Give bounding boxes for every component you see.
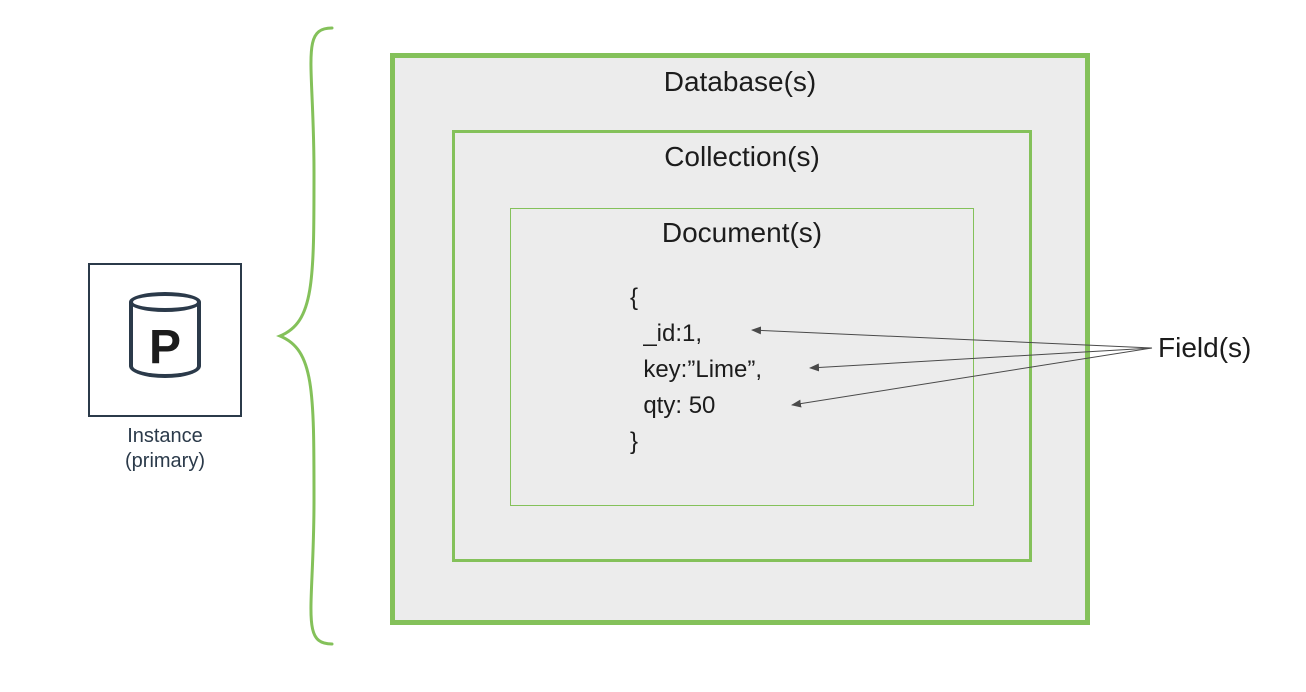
doc-line-qty: qty: 50 [630, 392, 715, 419]
doc-line-key: key:”Lime”, [630, 356, 762, 383]
document-title: Document(s) [511, 217, 973, 249]
instance-box: P [88, 263, 242, 417]
fields-label: Field(s) [1158, 332, 1251, 364]
doc-line-id: _id:1, [630, 320, 702, 347]
instance-label-line2: (primary) [125, 450, 205, 472]
diagram-canvas: P Instance (primary) Database(s) Collect… [0, 0, 1306, 692]
instance-label-line1: Instance [127, 425, 203, 447]
collection-title: Collection(s) [455, 141, 1029, 173]
curly-brace-icon [270, 22, 340, 650]
doc-close: } [630, 428, 638, 455]
database-title: Database(s) [395, 66, 1085, 98]
instance-letter: P [129, 320, 201, 375]
document-example: { _id:1, key:”Lime”, qty: 50 } [630, 280, 762, 460]
instance-label: Instance (primary) [88, 424, 242, 474]
doc-open: { [630, 284, 638, 311]
database-cylinder-icon: P [129, 292, 201, 388]
